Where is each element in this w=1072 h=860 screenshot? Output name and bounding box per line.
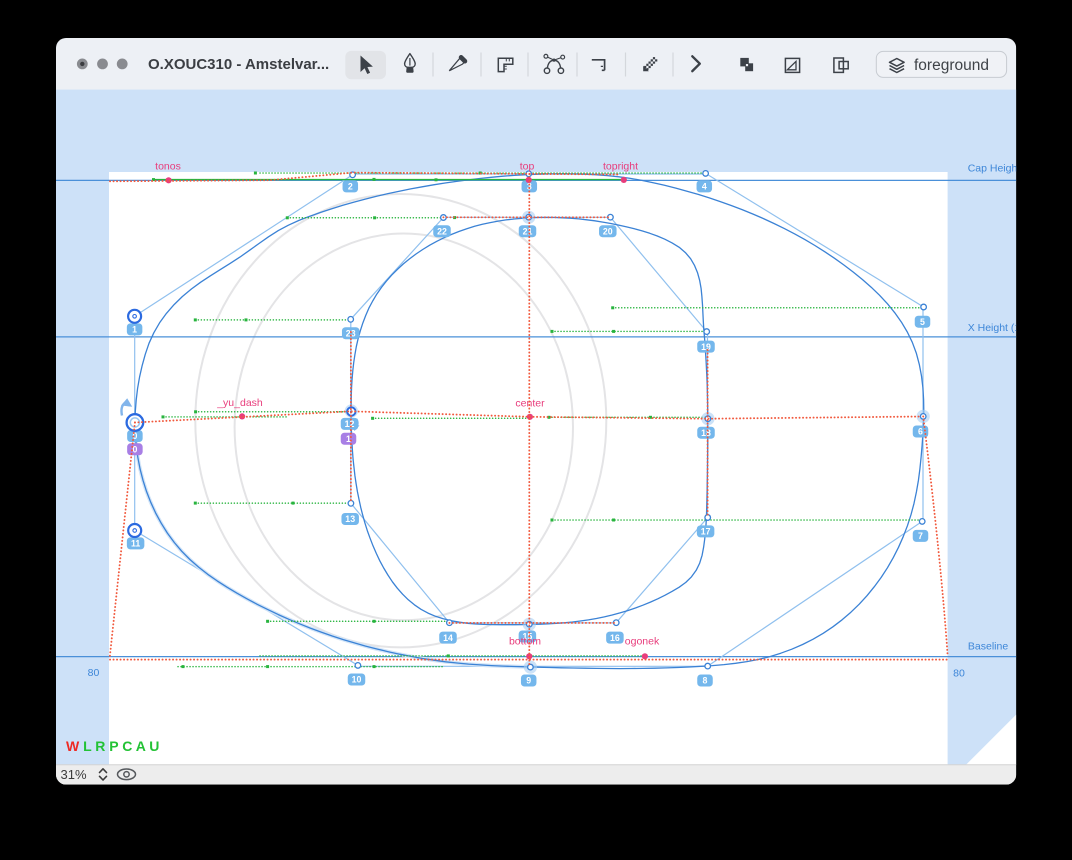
svg-text:19: 19 xyxy=(701,342,711,352)
svg-text:5: 5 xyxy=(920,317,925,327)
svg-text:8: 8 xyxy=(703,676,708,686)
svg-text:31%: 31% xyxy=(61,767,87,782)
svg-text:foreground: foreground xyxy=(914,57,989,74)
svg-text:16: 16 xyxy=(610,633,620,643)
svg-text:_yu_dash: _yu_dash xyxy=(216,397,263,409)
svg-text:topright: topright xyxy=(603,160,638,172)
svg-text:21: 21 xyxy=(523,226,533,236)
svg-text:13: 13 xyxy=(345,514,355,524)
svg-text:1: 1 xyxy=(346,434,351,444)
svg-text:tonos: tonos xyxy=(155,160,181,172)
svg-text:14: 14 xyxy=(443,633,453,643)
svg-text:20: 20 xyxy=(603,226,613,236)
svg-text:12: 12 xyxy=(345,419,355,429)
svg-text:80: 80 xyxy=(88,667,100,679)
svg-text:ogonek: ogonek xyxy=(625,636,660,648)
svg-text:22: 22 xyxy=(437,226,447,236)
svg-text:80: 80 xyxy=(953,668,965,680)
svg-text:18: 18 xyxy=(701,428,711,438)
svg-text:Cap Height: Cap Height xyxy=(968,163,1021,175)
svg-text:0: 0 xyxy=(132,445,137,455)
svg-text:3: 3 xyxy=(527,182,532,192)
svg-text:O.XOUC310 - Amstelvar...: O.XOUC310 - Amstelvar... xyxy=(148,56,329,73)
svg-text:10: 10 xyxy=(352,675,362,685)
svg-text:4: 4 xyxy=(702,182,707,192)
svg-text:9: 9 xyxy=(526,676,531,686)
svg-text:W L R P C A U: W L R P C A U xyxy=(66,738,159,754)
svg-text:1: 1 xyxy=(132,325,137,335)
svg-text:17: 17 xyxy=(701,527,711,537)
svg-text:2: 2 xyxy=(348,182,353,192)
svg-text:6: 6 xyxy=(918,427,923,437)
svg-text:top: top xyxy=(520,160,535,172)
svg-text:Baseline: Baseline xyxy=(968,641,1008,653)
svg-text:7: 7 xyxy=(918,531,923,541)
svg-text:bottom: bottom xyxy=(509,636,541,648)
svg-text:11: 11 xyxy=(131,539,140,549)
svg-text:center: center xyxy=(515,398,545,410)
svg-text:23: 23 xyxy=(346,328,356,338)
svg-text:X Height (1: X Height (1 xyxy=(968,322,1021,334)
